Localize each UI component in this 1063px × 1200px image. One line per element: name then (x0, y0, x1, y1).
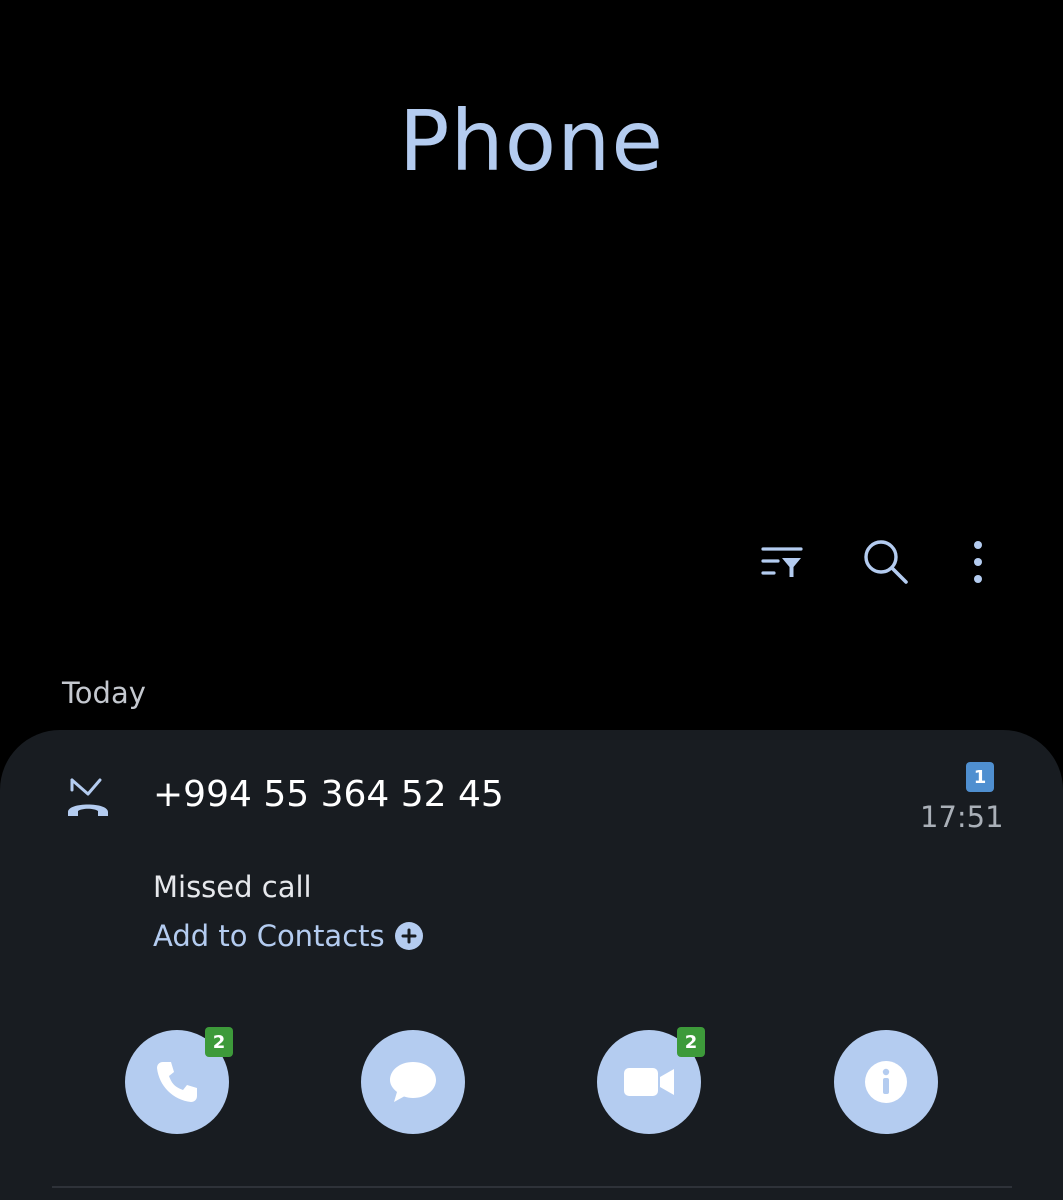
video-camera-icon (624, 1068, 674, 1096)
phone-icon (157, 1062, 197, 1102)
divider (52, 1186, 1012, 1188)
phone-app-screen: Phone Today +994 55 364 52 45 1 17:51 Mi… (0, 0, 1063, 1200)
plus-circle-icon (394, 922, 423, 950)
more-vertical-icon (974, 541, 982, 583)
call-time: 17:51 (920, 800, 1004, 834)
video-call-button[interactable]: 2 (597, 1027, 705, 1134)
missed-call-icon (68, 778, 108, 816)
video-count-badge: 2 (677, 1027, 705, 1057)
info-icon (865, 1061, 907, 1103)
filter-button[interactable] (750, 530, 814, 594)
toolbar (740, 530, 1020, 594)
caller-number[interactable]: +994 55 364 52 45 (153, 774, 504, 815)
page-title: Phone (398, 92, 665, 190)
add-to-contacts-link[interactable]: Add to Contacts (153, 916, 423, 956)
filter-list-icon (761, 547, 803, 577)
call-count-badge: 2 (205, 1027, 233, 1057)
details-button[interactable] (834, 1030, 938, 1134)
call-button[interactable]: 2 (125, 1027, 233, 1134)
more-options-button[interactable] (946, 530, 1010, 594)
section-label-today: Today (62, 676, 146, 710)
sim-slot-badge: 1 (966, 762, 994, 792)
call-status: Missed call (153, 870, 312, 904)
search-button[interactable] (854, 530, 918, 594)
search-icon (864, 540, 908, 584)
message-icon (390, 1062, 436, 1102)
message-button[interactable] (361, 1030, 465, 1134)
add-to-contacts-label: Add to Contacts (153, 919, 385, 953)
